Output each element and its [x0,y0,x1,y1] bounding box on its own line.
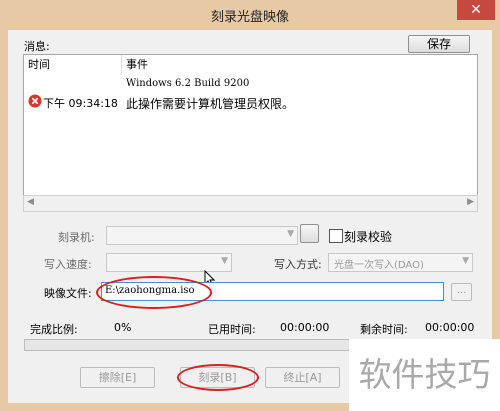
burner-select[interactable]: ▼ [106,226,298,245]
write-mode-select[interactable]: 光盘一次写入(DAO) ▼ [328,253,473,272]
save-button[interactable]: 保存 [408,35,470,53]
title-bar[interactable]: 刻录光盘映像 ✕ [0,0,500,30]
column-header-event[interactable]: 事件 [122,55,477,75]
verify-label: 刻录校验 [344,230,393,244]
window-title: 刻录光盘映像 [210,10,289,25]
annotation-ellipse [177,364,259,391]
burner-options-button[interactable] [300,224,319,243]
log-event: Windows 6.2 Build 9200 [126,78,250,89]
remaining-value: 00:00:00 [425,321,475,334]
log-horizontal-scrollbar[interactable]: ◀ ▶ [23,195,478,212]
chevron-down-icon: ▼ [462,256,469,266]
burner-label: 刻录机: [58,231,95,244]
ratio-value: 0% [114,321,132,334]
log-time: 下午 09:34:18 [43,97,118,110]
chevron-down-icon: ▼ [287,229,294,239]
burn-image-dialog: 刻录光盘映像 ✕ 消息: 保存 时间 事件 Windows 6.2 Build … [0,0,500,411]
browse-button[interactable]: ... [451,283,472,301]
chevron-down-icon: ▼ [221,256,228,266]
ratio-label: 完成比例: [30,323,78,336]
message-log[interactable]: 时间 事件 Windows 6.2 Build 9200 下午 09:34:18… [23,54,478,204]
write-mode-label: 写入方式: [274,258,322,271]
error-icon [28,94,42,108]
image-file-label: 映像文件: [44,287,92,300]
watermark-text: 软件技巧 [349,339,500,411]
verify-checkbox[interactable] [329,229,343,243]
remaining-label: 剩余时间: [360,323,408,336]
write-mode-value: 光盘一次写入(DAO) [334,260,424,271]
write-speed-label: 写入速度: [44,258,92,271]
elapsed-value: 00:00:00 [280,321,330,334]
log-event: 此操作需要计算机管理员权限。 [126,97,295,111]
scroll-right-icon[interactable]: ▶ [467,197,474,207]
scroll-left-icon[interactable]: ◀ [27,197,34,207]
elapsed-label: 已用时间: [208,323,256,336]
close-button[interactable]: ✕ [457,0,495,20]
column-header-time[interactable]: 时间 [24,55,122,75]
stop-button[interactable]: 终止[A] [265,367,340,388]
messages-label: 消息: [24,40,50,53]
erase-button[interactable]: 擦除[E] [80,367,155,388]
annotation-ellipse [96,276,212,309]
